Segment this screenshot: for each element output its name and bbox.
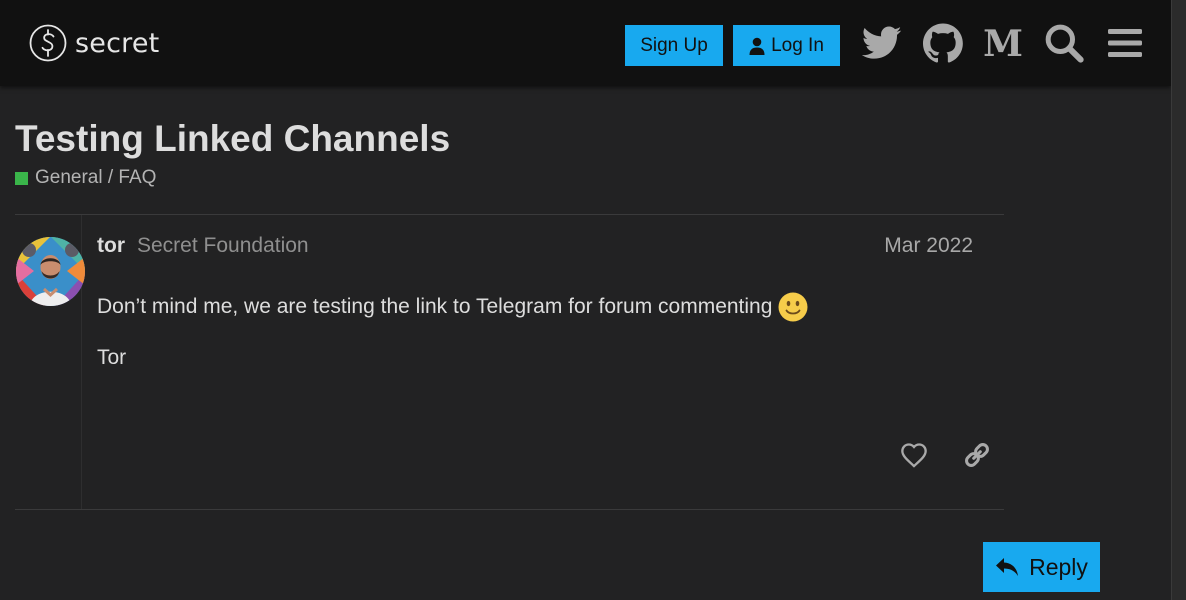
user-icon: [749, 37, 765, 55]
avatar[interactable]: [16, 237, 85, 306]
reply-label: Reply: [1029, 553, 1088, 580]
github-icon[interactable]: [922, 22, 964, 64]
post-body-text: Don’t mind me, we are testing the link t…: [97, 295, 773, 318]
category-name: General / FAQ: [35, 167, 157, 188]
post-username[interactable]: tor: [97, 234, 125, 258]
post-divider: [15, 509, 1004, 510]
reply-arrow-icon: [996, 558, 1019, 576]
site-logo[interactable]: secret: [29, 24, 159, 62]
post-signature: Tor: [97, 346, 127, 369]
post-date[interactable]: Mar 2022: [884, 234, 973, 258]
share-link-icon[interactable]: [959, 437, 995, 473]
topic-category[interactable]: General / FAQ: [15, 167, 156, 189]
log-in-label: Log In: [771, 34, 824, 56]
sign-up-button[interactable]: Sign Up: [625, 25, 723, 66]
like-heart-icon[interactable]: [896, 437, 932, 473]
logo-text: secret: [75, 27, 160, 59]
slightly-smiling-face-icon: [778, 292, 808, 322]
post-body: Don’t mind me, we are testing the link t…: [97, 292, 808, 322]
category-color-swatch: [15, 171, 28, 185]
reply-button[interactable]: Reply: [983, 542, 1100, 592]
menu-icon[interactable]: [1104, 22, 1146, 64]
topic-divider: [15, 214, 1004, 215]
page-scrollbar[interactable]: [1171, 0, 1186, 600]
site-header: secret Sign Up Log In M: [0, 0, 1171, 86]
topic-title[interactable]: Testing Linked Channels: [15, 118, 450, 160]
log-in-button[interactable]: Log In: [733, 25, 840, 66]
svg-text:M: M: [983, 26, 1023, 60]
secret-logo-icon: [29, 24, 67, 62]
twitter-icon[interactable]: [861, 22, 903, 64]
medium-icon[interactable]: M: [982, 22, 1024, 64]
page: secret Sign Up Log In M Testing Linked C…: [0, 0, 1171, 600]
post-full-name[interactable]: Secret Foundation: [137, 234, 309, 258]
search-icon[interactable]: [1043, 22, 1085, 64]
